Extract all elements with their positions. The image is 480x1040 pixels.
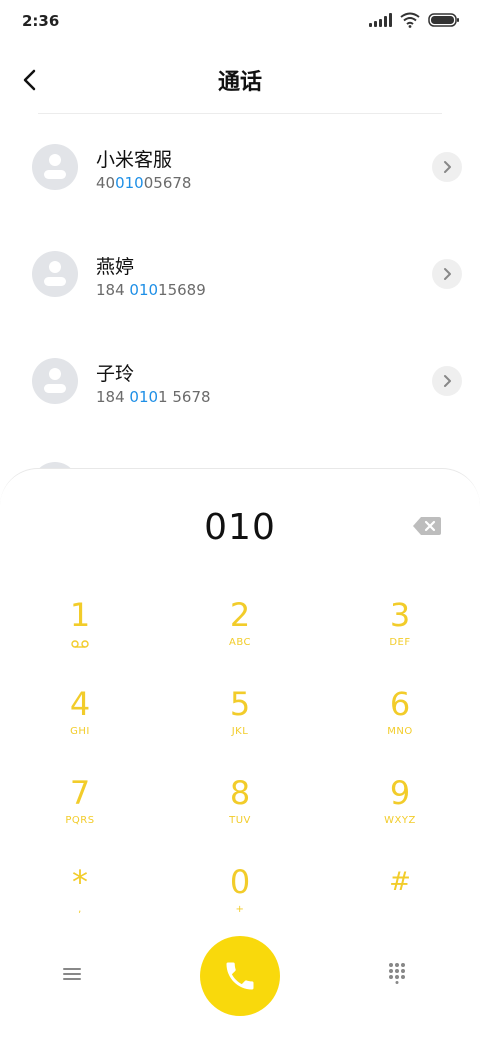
key-7[interactable]: 7 PQRS <box>20 775 140 855</box>
key-8[interactable]: 8 TUV <box>180 775 300 855</box>
dial-panel: 010 1 2 ABC 3 DEF 4 GHI 5 JKL 6 MNO 7 PQRS 8 TU… <box>0 468 480 1040</box>
avatar <box>32 251 78 297</box>
key-star[interactable]: *, <box>20 864 140 944</box>
backspace-icon <box>413 517 441 535</box>
contact-list: 小米客服 4001005678 燕婷 184 01015689 子玲 184 0… <box>0 114 480 435</box>
key-1[interactable]: 1 <box>20 597 140 677</box>
call-button[interactable] <box>200 936 280 1016</box>
contact-name: 子玲 <box>96 363 135 385</box>
key-9[interactable]: 9 WXYZ <box>340 775 460 855</box>
keypad-toggle-button[interactable] <box>388 962 418 992</box>
chevron-right-icon <box>444 268 451 280</box>
contact-name: 燕婷 <box>96 256 135 278</box>
dialed-number: 010 <box>204 507 276 548</box>
menu-button[interactable] <box>62 966 92 996</box>
status-icons <box>369 12 460 28</box>
key-hash[interactable]: # <box>340 864 460 944</box>
backspace-button[interactable] <box>412 515 442 537</box>
key-2[interactable]: 2 ABC <box>180 597 300 677</box>
contact-row[interactable]: 子玲 184 0101 5678 <box>0 328 480 435</box>
battery-icon <box>428 13 459 27</box>
contact-number: 4001005678 <box>96 174 192 192</box>
signal-icon <box>369 13 392 27</box>
page-title: 通话 <box>217 70 262 95</box>
wifi-icon <box>400 12 420 28</box>
phone-icon <box>226 962 254 990</box>
menu-icon <box>63 968 81 980</box>
key-6[interactable]: 6 MNO <box>340 686 460 766</box>
status-time: 2:36 <box>22 12 60 30</box>
bottom-bar <box>0 936 480 1026</box>
status-bar: 2:36 <box>0 0 480 44</box>
dialpad-icon <box>389 963 405 984</box>
contact-number: 184 01015689 <box>96 281 206 299</box>
contact-detail-button[interactable] <box>432 259 462 289</box>
contact-detail-button[interactable] <box>432 152 462 182</box>
contact-number: 184 0101 5678 <box>96 388 211 406</box>
avatar <box>32 358 78 404</box>
key-5[interactable]: 5 JKL <box>180 686 300 766</box>
key-4[interactable]: 4 GHI <box>20 686 140 766</box>
contact-row[interactable]: 小米客服 4001005678 <box>0 114 480 221</box>
contact-detail-button[interactable] <box>432 366 462 396</box>
avatar <box>32 144 78 190</box>
key-0[interactable]: 0 + <box>180 864 300 944</box>
chevron-right-icon <box>444 161 451 173</box>
contact-row[interactable]: 燕婷 184 01015689 <box>0 221 480 328</box>
key-3[interactable]: 3 DEF <box>340 597 460 677</box>
header: 通话 <box>0 56 480 104</box>
chevron-right-icon <box>444 375 451 387</box>
contact-name: 小米客服 <box>96 149 173 171</box>
voicemail-icon <box>71 640 89 648</box>
